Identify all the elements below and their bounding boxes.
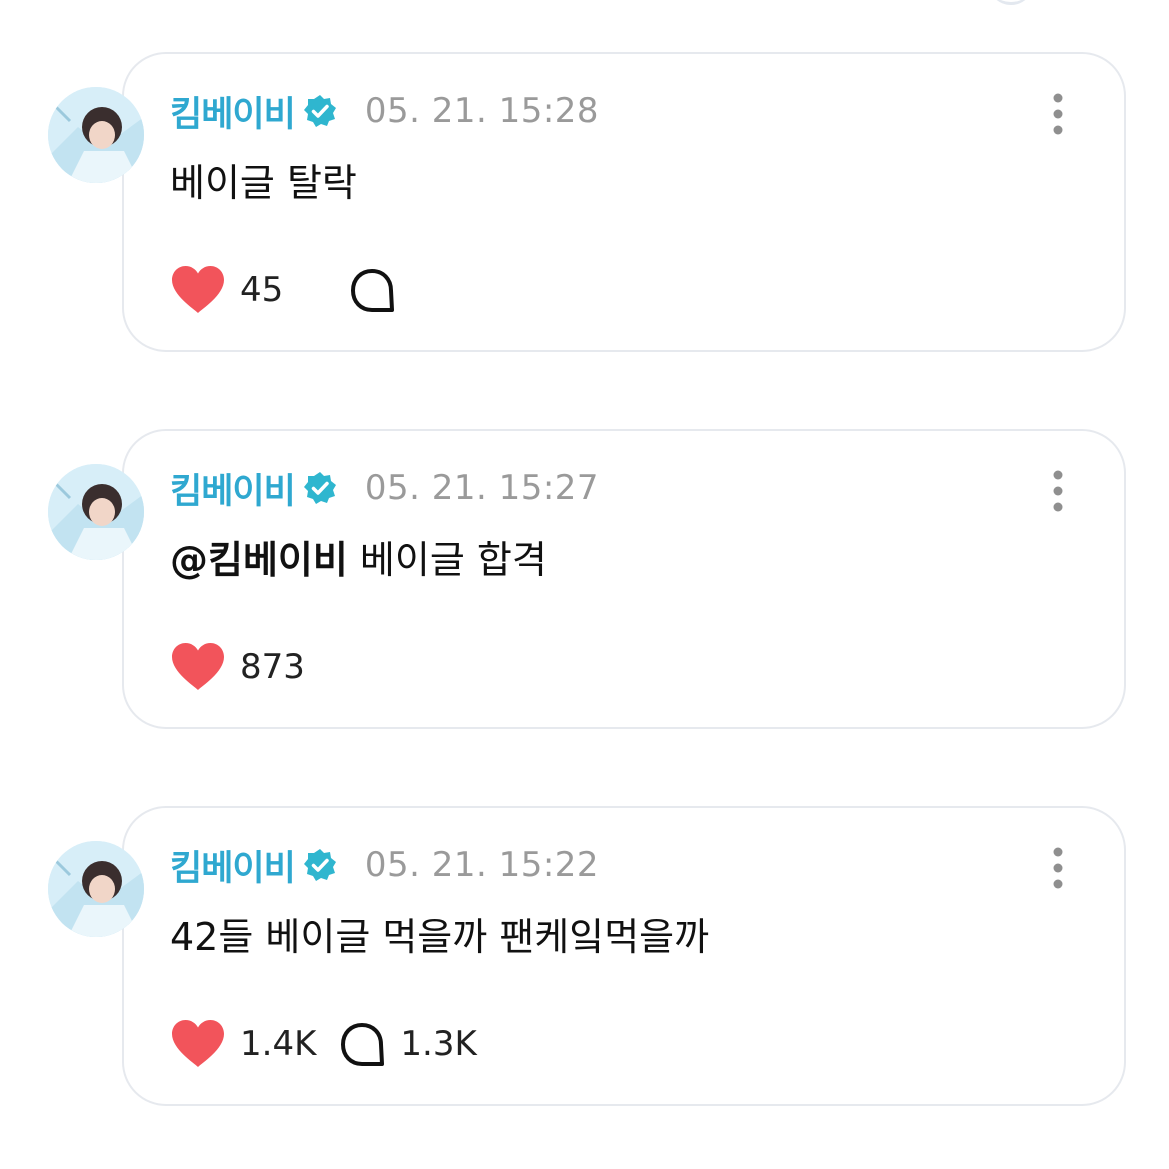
post-text: 42들 베이글 먹을까 팬케잌먹을까 [170,906,709,961]
more-vertical-icon[interactable] [1046,846,1070,890]
comment-bubble-icon[interactable] [338,1020,386,1068]
mention[interactable]: @킴베이비 [170,538,348,582]
timestamp: 05. 21. 15:27 [364,468,600,508]
avatar-partial [988,0,1034,5]
post-text: 베이글 탈락 [170,152,357,207]
heart-icon[interactable] [170,1019,226,1069]
post-actions: 873 [170,637,305,697]
post-text: @킴베이비 베이글 합격 [170,529,547,584]
post-feed: 킴베이비 05. 21. 15:28 베이글 탈락 45 킴베이비 05. 21… [0,0,1169,1169]
like-count: 45 [240,270,284,310]
heart-icon[interactable] [170,642,226,692]
post-header: 킴베이비 05. 21. 15:27 [170,463,599,513]
more-vertical-icon[interactable] [1046,92,1070,136]
username[interactable]: 킴베이비 [170,840,296,891]
comment-bubble-icon[interactable] [348,266,396,314]
like-count: 873 [240,647,305,687]
post-header: 킴베이비 05. 21. 15:28 [170,86,599,136]
timestamp: 05. 21. 15:22 [364,845,600,885]
post-body: 베이글 탈락 [170,161,357,205]
avatar[interactable] [48,841,144,937]
username[interactable]: 킴베이비 [170,86,296,137]
timestamp: 05. 21. 15:28 [364,91,600,131]
avatar-image [48,464,144,560]
avatar[interactable] [48,464,144,560]
verified-badge-icon [303,95,336,127]
username[interactable]: 킴베이비 [170,463,296,514]
avatar[interactable] [48,87,144,183]
post-header: 킴베이비 05. 21. 15:22 [170,840,599,890]
heart-icon[interactable] [170,265,226,315]
avatar-image [48,841,144,937]
more-vertical-icon[interactable] [1046,469,1070,513]
post-item: 킴베이비 05. 21. 15:22 42들 베이글 먹을까 팬케잌먹을까 1.… [0,806,1169,1112]
post-item: 킴베이비 05. 21. 15:28 베이글 탈락 45 [0,52,1169,358]
post-actions: 45 [170,260,410,320]
like-count: 1.4K [240,1024,317,1064]
avatar-image [48,87,144,183]
post-actions: 1.4K 1.3K [170,1014,477,1074]
post-body: 베이글 합격 [347,538,547,582]
post-item: 킴베이비 05. 21. 15:27 @킴베이비 베이글 합격 873 [0,429,1169,735]
post-body: 42들 베이글 먹을까 팬케잌먹을까 [170,915,710,959]
verified-badge-icon [303,472,336,504]
comment-count: 1.3K [400,1024,477,1064]
verified-badge-icon [303,849,336,881]
